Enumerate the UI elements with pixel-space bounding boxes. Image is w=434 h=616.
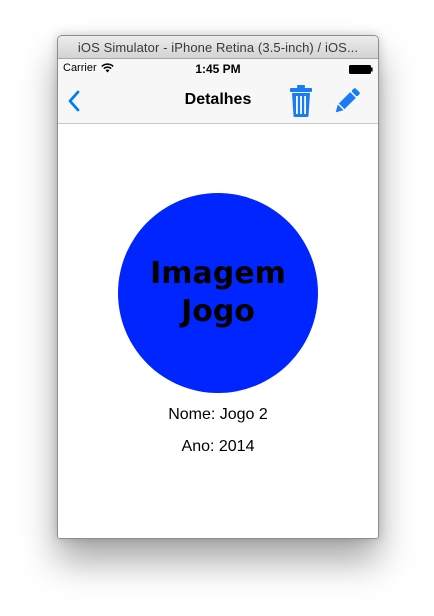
navigation-area: Carrier 1:45 PM Detalhes [58,59,378,124]
game-image-placeholder-text: Imagem Jogo [150,256,286,329]
trash-icon [290,85,312,117]
navigation-bar: Detalhes [58,79,378,123]
delete-button[interactable] [288,84,314,118]
game-year-label: Ano: 2014 [181,438,255,455]
edit-button[interactable] [333,86,361,116]
screen: iOS Simulator - iPhone Retina (3.5-inch)… [0,0,434,616]
pencil-icon [335,88,360,113]
battery-icon [349,65,373,74]
status-time: 1:45 PM [195,62,241,76]
device-screen: Carrier 1:45 PM Detalhes Imagem Jogo Nom… [58,59,378,538]
status-bar: Carrier 1:45 PM [58,59,378,79]
game-image: Imagem Jogo [118,193,318,393]
page-title: Detalhes [184,91,252,108]
window-titlebar[interactable]: iOS Simulator - iPhone Retina (3.5-inch)… [58,36,378,59]
game-name-label: Nome: Jogo 2 [168,406,268,423]
window-title: iOS Simulator - iPhone Retina (3.5-inch)… [77,39,359,55]
detail-content: Imagem Jogo Nome: Jogo 2 Ano: 2014 [58,124,378,538]
simulator-window: iOS Simulator - iPhone Retina (3.5-inch)… [57,35,379,539]
